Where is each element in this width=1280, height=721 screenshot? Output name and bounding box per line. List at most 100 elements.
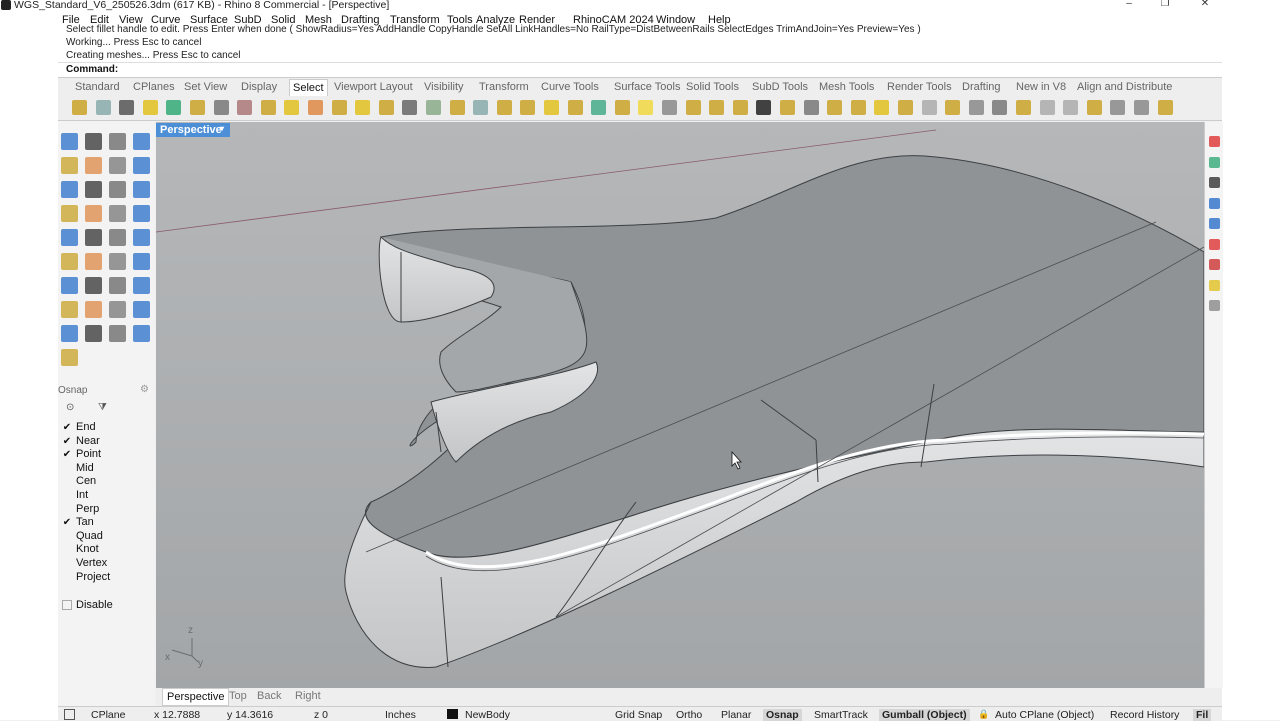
sidebar-tool-icon[interactable] — [85, 277, 102, 294]
toolbar-tool-icon[interactable] — [780, 100, 795, 115]
sidebar-tool-icon[interactable] — [61, 349, 78, 366]
toolbar-tool-icon[interactable] — [992, 100, 1008, 115]
tab-render-tools[interactable]: Render Tools — [887, 81, 952, 93]
ortho-toggle[interactable]: Ortho — [676, 709, 702, 721]
tab-solid-tools[interactable]: Solid Tools — [686, 81, 739, 93]
sidebar-tool-icon[interactable] — [133, 301, 150, 318]
checkmark-icon[interactable]: ✔ — [62, 436, 72, 447]
sidebar-tool-icon[interactable] — [109, 133, 126, 150]
tab-align-and-distribute[interactable]: Align and Distribute — [1077, 81, 1172, 93]
toolbar-tool-icon[interactable] — [284, 100, 300, 115]
tab-visibility[interactable]: Visibility — [424, 81, 464, 93]
tab-new-in-v8[interactable]: New in V8 — [1016, 81, 1066, 93]
sidebar-tool-icon[interactable] — [133, 277, 150, 294]
toolbar-tool-icon[interactable] — [331, 100, 347, 115]
sidebar-tool-icon[interactable] — [85, 205, 102, 222]
panel-dock-icon[interactable] — [1209, 279, 1220, 291]
toolbar-tool-icon[interactable] — [921, 100, 937, 115]
sidebar-tool-icon[interactable] — [61, 181, 78, 198]
sidebar-tool-icon[interactable] — [133, 133, 150, 150]
tab-transform[interactable]: Transform — [479, 81, 529, 93]
panel-toggle-icon[interactable] — [64, 709, 75, 720]
toolbar-tool-icon[interactable] — [142, 100, 158, 115]
toolbar-tool-icon[interactable] — [756, 100, 772, 115]
toolbar-tool-icon[interactable] — [1157, 100, 1173, 115]
cplane-status[interactable]: CPlane — [91, 709, 125, 721]
toolbar-tool-icon[interactable] — [520, 100, 536, 115]
toolbar-tool-icon[interactable] — [260, 100, 276, 115]
sidebar-tool-icon[interactable] — [109, 301, 126, 318]
toolbar-tool-icon[interactable] — [378, 100, 394, 115]
record-history-toggle[interactable]: Record History — [1110, 709, 1179, 721]
toolbar-tool-icon[interactable] — [850, 100, 866, 115]
planar-toggle[interactable]: Planar — [721, 709, 751, 721]
toolbar-tool-icon[interactable] — [614, 100, 630, 115]
toolbar-tool-icon[interactable] — [898, 100, 913, 115]
sidebar-tool-icon[interactable] — [133, 157, 150, 174]
toolbar-tool-icon[interactable] — [968, 100, 984, 115]
sidebar-tool-icon[interactable] — [85, 181, 102, 198]
sidebar-tool-icon[interactable] — [85, 229, 102, 246]
tab-display[interactable]: Display — [241, 81, 277, 93]
toolbar-tool-icon[interactable] — [827, 100, 843, 115]
panel-dock-icon[interactable] — [1209, 156, 1220, 168]
toolbar-tool-icon[interactable] — [591, 100, 607, 115]
toolbar-tool-icon[interactable] — [874, 100, 890, 115]
sidebar-tool-icon[interactable] — [61, 229, 78, 246]
osnap-end[interactable]: ✔ End — [62, 421, 96, 433]
sidebar-tool-icon[interactable] — [61, 205, 78, 222]
sidebar-tool-icon[interactable] — [109, 229, 126, 246]
toolbar-tool-icon[interactable] — [1063, 100, 1079, 115]
sidebar-tool-icon[interactable] — [85, 253, 102, 270]
panel-dock-icon[interactable] — [1209, 218, 1220, 229]
osnap-near[interactable]: ✔ Near — [62, 435, 100, 447]
tab-select[interactable]: Select — [289, 79, 328, 96]
viewport-title-tab[interactable]: Perspective ▾ — [156, 123, 230, 137]
checkmark-icon[interactable]: ✔ — [62, 422, 72, 433]
panel-dock-icon[interactable] — [1209, 238, 1220, 250]
sidebar-tool-icon[interactable] — [109, 277, 126, 294]
toolbar-tool-icon[interactable] — [1086, 100, 1102, 115]
sidebar-tool-icon[interactable] — [133, 181, 150, 198]
toolbar-tool-icon[interactable] — [355, 100, 371, 115]
sidebar-tool-icon[interactable] — [133, 205, 150, 222]
viewport-tab-perspective[interactable]: Perspective — [162, 688, 230, 706]
osnap-point[interactable]: ✔ Point — [62, 448, 101, 460]
tab-mesh-tools[interactable]: Mesh Tools — [819, 81, 874, 93]
tab-surface-tools[interactable]: Surface Tools — [614, 81, 680, 93]
panel-dock-icon[interactable] — [1209, 177, 1220, 188]
toolbar-tool-icon[interactable] — [685, 100, 701, 115]
checkmark-icon[interactable]: ✔ — [62, 517, 72, 528]
osnap-toggle[interactable]: Osnap — [763, 709, 802, 721]
toolbar-tool-icon[interactable] — [1134, 100, 1149, 115]
toolbar-tool-icon[interactable] — [473, 100, 489, 115]
tab-curve-tools[interactable]: Curve Tools — [541, 81, 599, 93]
command-input[interactable] — [58, 62, 1222, 77]
toolbar-tool-icon[interactable] — [308, 100, 323, 115]
toolbar-tool-icon[interactable] — [709, 100, 725, 115]
toolbar-tool-icon[interactable] — [95, 100, 111, 115]
toolbar-tool-icon[interactable] — [72, 100, 87, 115]
viewport-tab-back[interactable]: Back — [257, 690, 281, 702]
osnap-mid[interactable]: Mid — [62, 462, 94, 474]
tab-cplanes[interactable]: CPlanes — [133, 81, 175, 93]
toolbar-tool-icon[interactable] — [190, 100, 205, 115]
osnap-knot[interactable]: Knot — [62, 543, 99, 555]
sidebar-tool-icon[interactable] — [133, 253, 150, 270]
sidebar-tool-icon[interactable] — [133, 229, 150, 246]
tab-standard[interactable]: Standard — [75, 81, 120, 93]
osnap-disable[interactable]: Disable — [62, 599, 113, 611]
minimize-button[interactable]: – — [1114, 0, 1144, 9]
sidebar-tool-icon[interactable] — [61, 253, 78, 270]
osnap-perp[interactable]: Perp — [62, 503, 99, 515]
toolbar-tool-icon[interactable] — [237, 100, 253, 115]
toolbar-tool-icon[interactable] — [1039, 100, 1055, 115]
sidebar-tool-icon[interactable] — [109, 181, 126, 198]
toolbar-tool-icon[interactable] — [945, 100, 961, 115]
chevron-down-icon[interactable]: ▾ — [220, 124, 224, 133]
toolbar-tool-icon[interactable] — [732, 100, 748, 115]
smarttrack-toggle[interactable]: SmartTrack — [814, 709, 868, 721]
perspective-viewport[interactable]: z x y — [156, 122, 1204, 688]
osnap-vertex[interactable]: Vertex — [62, 557, 107, 569]
tab-viewport-layout[interactable]: Viewport Layout — [334, 81, 413, 93]
